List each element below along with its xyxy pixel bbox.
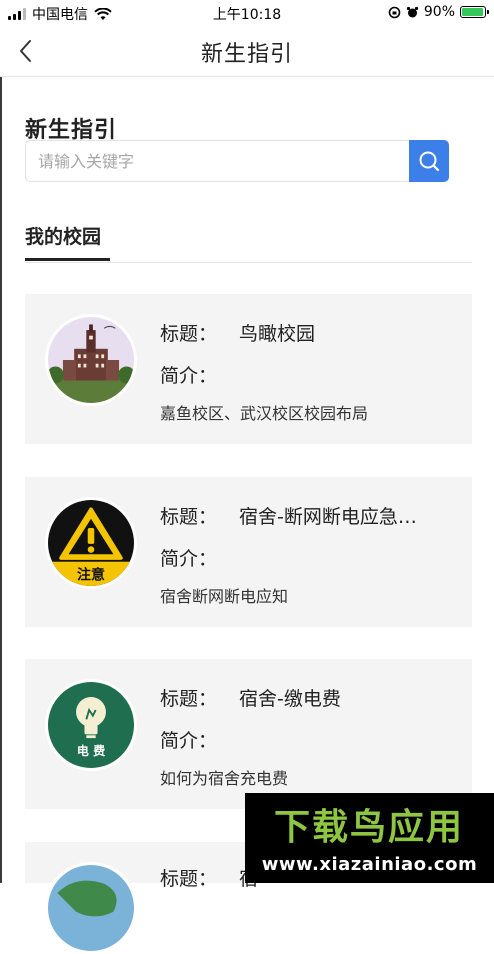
status-bar: 中国电信 上午10:18 90% [0,0,494,26]
card-thumbnail: 注意 [45,497,137,589]
card-title-row: 标题： 宿舍-断网断电应急… [160,502,460,529]
active-tab-indicator [25,258,110,261]
rotation-lock-icon [388,6,401,18]
guide-card[interactable]: 电 费 标题： 宿舍-缴电费 简介： 如何为宿舍充电费 [25,659,472,809]
left-edge-divider [0,77,2,883]
title-label: 标题： [160,868,218,890]
lightbulb-icon: 电 费 [48,682,134,768]
globe-icon [48,865,134,951]
guide-card[interactable]: 标题： 鸟瞰校园 简介： 嘉鱼校区、武汉校区校园布局 [25,294,472,444]
title-label: 标题： [160,323,218,345]
title-label: 标题： [160,688,218,710]
card-title: 宿舍-缴电费 [239,688,341,710]
intro-label: 简介： [160,548,218,570]
search-input[interactable] [25,140,410,182]
watermark-logo: 下载鸟应用 [274,807,464,848]
navigation-bar: 新生指引 [0,26,494,77]
guide-card[interactable]: 注意 标题： 宿舍-断网断电应急… 简介： 宿舍断网断电应知 [25,477,472,627]
intro-label: 简介： [160,365,218,387]
tab-my-campus[interactable]: 我的校园 [25,222,101,249]
search-button[interactable] [409,140,449,182]
card-description: 如何为宿舍充电费 [160,769,289,788]
card-title: 鸟瞰校园 [239,323,316,345]
warning-badge-text: 注意 [77,566,105,583]
battery-icon [460,6,489,18]
card-title-row: 标题： 鸟瞰校园 [160,319,460,346]
card-thumbnail: 电 费 [45,679,137,771]
watermark: 下载鸟应用 www.xiazainiao.com [245,793,494,883]
page-title: 新生指引 [200,42,293,67]
electric-fee-badge-text: 电 费 [77,743,106,758]
card-intro-row: 简介： [160,544,217,571]
card-thumbnail [45,314,137,406]
title-label: 标题： [160,506,218,528]
card-intro-row: 简介： [160,726,217,753]
watermark-url: www.xiazainiao.com [261,854,478,875]
search-bar [25,140,449,182]
alarm-icon [406,6,418,17]
svg-text:下载鸟应用: 下载鸟应用 [274,807,464,848]
intro-label: 简介： [160,730,218,752]
card-description: 嘉鱼校区、武汉校区校园布局 [160,404,369,423]
card-description: 宿舍断网断电应知 [160,587,289,606]
card-title: 宿舍-断网断电应急… [239,506,417,528]
card-intro-row: 简介： [160,361,217,388]
campus-building-icon [48,317,134,403]
tab-bar: 我的校园 [25,222,472,263]
card-thumbnail [45,862,137,954]
card-title-row: 标题： 宿舍-缴电费 [160,684,460,711]
battery-percent: 90% [423,4,455,20]
search-icon [419,151,440,172]
warning-icon: 注意 [48,500,134,586]
status-right: 90% [388,4,489,20]
